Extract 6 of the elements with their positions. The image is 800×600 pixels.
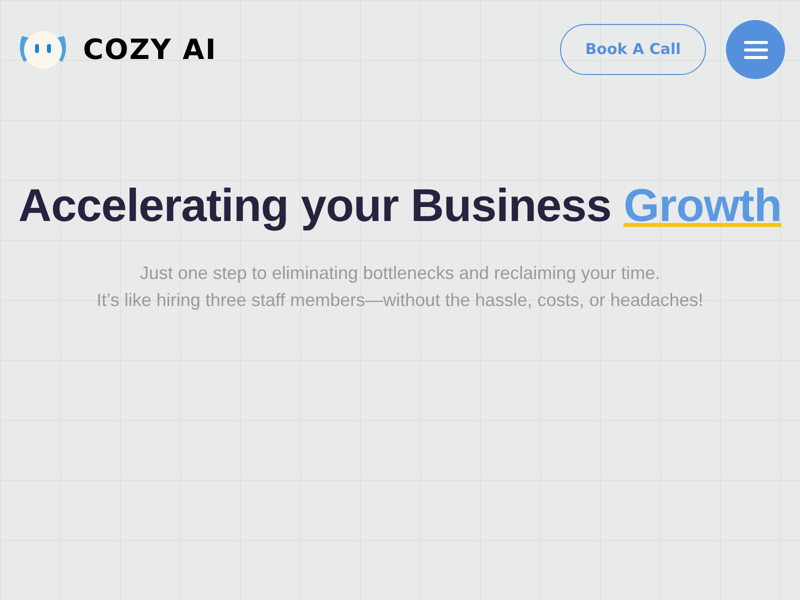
- menu-icon: [744, 40, 768, 58]
- hero-subtitle: It’s like hiring three staff members—without the hassle, costs, or headaches!: [96, 289, 704, 312]
- logo-text: COZY AI: [83, 32, 217, 68]
- hero-subtitle: Just one step to eliminating bottlenecks and reclaiming your time.: [140, 262, 660, 285]
- book-call-button[interactable]: Book A Call: [560, 24, 706, 75]
- hero-heading: Accelerating your Business Growth: [18, 178, 782, 233]
